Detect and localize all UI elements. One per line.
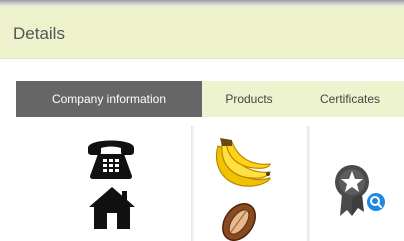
details-panel: Details Company information Products Cer… (0, 0, 404, 241)
telephone-icon[interactable] (84, 134, 138, 180)
cocoa-bean-icon[interactable] (217, 200, 261, 241)
page-title: Details (13, 24, 65, 43)
column-divider (191, 126, 194, 241)
details-header: Details (0, 6, 404, 59)
banana-icon[interactable] (210, 136, 272, 194)
tab-company-information[interactable]: Company information (16, 81, 202, 117)
certificate-badge-icon[interactable] (330, 162, 388, 220)
house-icon[interactable] (87, 185, 137, 231)
tab-bar: Company information Products Certificate… (16, 81, 404, 117)
tab-products[interactable]: Products (202, 81, 296, 117)
column-divider (307, 126, 310, 241)
tab-certificates[interactable]: Certificates (296, 81, 404, 117)
